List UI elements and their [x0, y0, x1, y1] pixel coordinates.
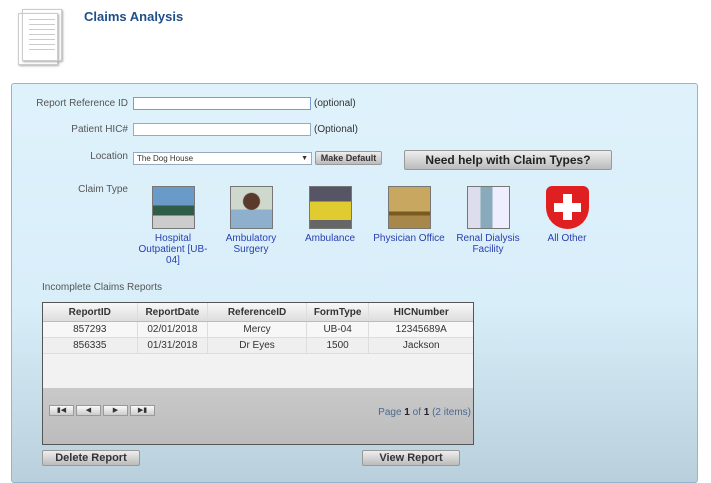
table-row[interactable]: 856335 01/31/2018 Dr Eyes 1500 Jackson — [43, 338, 473, 354]
prev-page-button[interactable]: ◀ — [76, 405, 101, 416]
cell: Mercy — [208, 322, 307, 337]
location-select[interactable]: The Dog House ▼ — [133, 152, 312, 165]
first-page-button[interactable]: ▮◀ — [49, 405, 74, 416]
location-label: Location — [90, 151, 128, 162]
dialysis-machine-icon — [466, 186, 510, 229]
claim-type-renal-dialysis[interactable]: Renal Dialysis Facility — [448, 186, 528, 255]
red-cross-shield-icon — [545, 186, 589, 229]
cell: 12345689A — [395, 324, 447, 335]
report-ref-label: Report Reference ID — [36, 98, 128, 109]
reports-title: Incomplete Claims Reports — [42, 282, 163, 293]
claim-type-label-text: All Other — [547, 233, 587, 244]
cell: 856335 — [43, 338, 138, 353]
hic-input[interactable] — [133, 123, 311, 136]
ambulance-icon — [308, 186, 352, 229]
hospital-outpatient-icon — [151, 186, 195, 229]
cell: Jackson — [402, 340, 440, 351]
page-title: Claims Analysis — [84, 9, 184, 24]
report-ref-hint: (optional) — [314, 98, 356, 109]
delete-report-button[interactable]: Delete Report — [42, 450, 140, 466]
claim-types-help-button[interactable]: Need help with Claim Types? — [404, 150, 612, 170]
claim-type-ambulance[interactable]: Ambulance — [290, 186, 370, 244]
cell: 02/01/2018 — [138, 322, 209, 337]
claim-type-label-text: Renal Dialysis Facility — [456, 233, 520, 255]
claim-type-label-text: Hospital Outpatient [UB-04] — [138, 233, 208, 266]
cell: 1500 — [307, 338, 370, 353]
surgeon-icon — [229, 186, 273, 229]
table-row[interactable]: 857293 02/01/2018 Mercy UB-04 12345689A — [43, 322, 473, 338]
grid-header: ReportID ReportDate ReferenceID FormType… — [43, 303, 473, 322]
pager-prefix: Page — [378, 407, 405, 418]
chevron-down-icon: ▼ — [301, 155, 308, 162]
physician-office-icon — [387, 186, 431, 229]
pager-of: of — [409, 407, 424, 418]
claim-type-label: Claim Type — [78, 184, 128, 195]
grid-pager: ▮◀ ◀ ▶ ▶▮ Page 1 of 1 (2 items) — [43, 388, 473, 444]
pager-items: (2 items) — [429, 407, 471, 418]
view-report-button[interactable]: View Report — [362, 450, 460, 466]
column-header-hicnumber[interactable]: HICNumber — [369, 303, 473, 321]
claim-type-label-text: Ambulance — [304, 233, 356, 244]
column-header-reportid[interactable]: ReportID — [43, 303, 138, 321]
hic-hint: (Optional) — [314, 124, 358, 135]
column-header-referenceid[interactable]: ReferenceID — [208, 303, 307, 321]
cell: 01/31/2018 — [138, 338, 209, 353]
next-page-button[interactable]: ▶ — [103, 405, 128, 416]
claim-type-label-text: Physician Office — [373, 233, 445, 244]
report-ref-input[interactable] — [133, 97, 311, 110]
pager-info: Page 1 of 1 (2 items) — [378, 407, 471, 418]
cell: UB-04 — [307, 322, 370, 337]
claim-type-hospital-outpatient[interactable]: Hospital Outpatient [UB-04] — [133, 186, 213, 266]
claim-type-all-other[interactable]: All Other — [527, 186, 607, 244]
last-page-button[interactable]: ▶▮ — [130, 405, 155, 416]
reports-grid: ReportID ReportDate ReferenceID FormType… — [42, 302, 474, 445]
location-value: The Dog House — [137, 154, 194, 163]
document-icon — [18, 9, 64, 67]
hic-label: Patient HIC# — [71, 124, 128, 135]
column-header-formtype[interactable]: FormType — [307, 303, 370, 321]
cell: 857293 — [43, 322, 138, 337]
cell: Dr Eyes — [208, 338, 307, 353]
claim-type-ambulatory-surgery[interactable]: Ambulatory Surgery — [211, 186, 291, 255]
claim-type-physician-office[interactable]: Physician Office — [369, 186, 449, 244]
column-header-reportdate[interactable]: ReportDate — [138, 303, 209, 321]
make-default-button[interactable]: Make Default — [315, 151, 382, 165]
claim-type-label-text: Ambulatory Surgery — [225, 233, 277, 255]
